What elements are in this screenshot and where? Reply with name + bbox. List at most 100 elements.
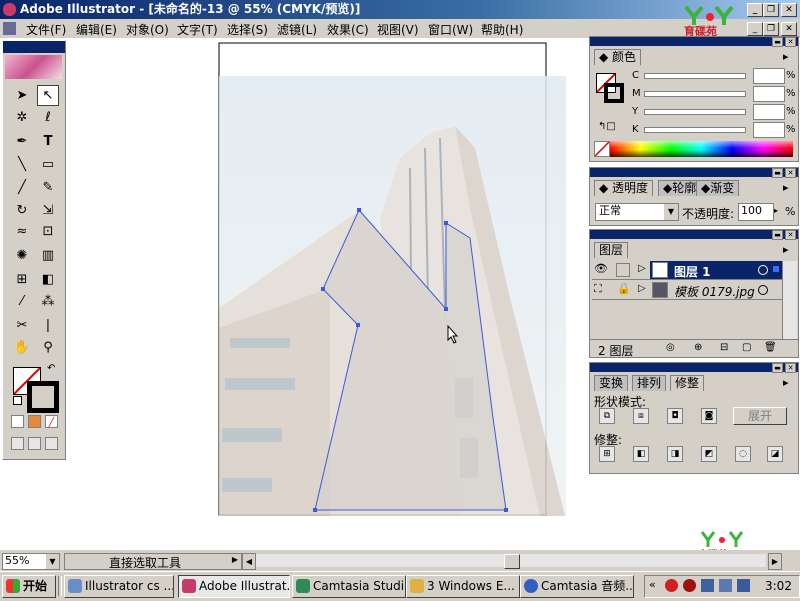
layer-row[interactable]: ⛶ 🔒 ▷ 模板 0179.jpg <box>592 281 782 300</box>
target-circle-icon[interactable] <box>758 265 768 275</box>
tray-expand-icon[interactable]: « <box>649 578 656 591</box>
add-to-shape-icon[interactable]: ⧉ <box>599 408 615 424</box>
pencil-icon[interactable]: ✎ <box>37 177 59 198</box>
menu-effect[interactable]: 效果(C) <box>327 21 369 38</box>
gradient-tool-icon[interactable]: ◧ <box>37 269 59 290</box>
menu-edit[interactable]: 编辑(E) <box>76 21 117 38</box>
menu-filter[interactable]: 滤镜(L) <box>277 21 317 38</box>
document-icon[interactable] <box>3 22 16 35</box>
artboard-drawing[interactable] <box>0 38 587 550</box>
new-sublayer-icon[interactable]: ⊟ <box>720 342 728 353</box>
eyedropper-icon[interactable]: ⁄ <box>11 291 33 312</box>
default-colors-icon[interactable] <box>13 396 22 405</box>
exclude-shape-icon[interactable]: ◙ <box>701 408 717 424</box>
minimize-button[interactable]: _ <box>747 3 763 17</box>
status-dropdown-icon[interactable]: ▶ <box>232 555 238 564</box>
graph-tool-icon[interactable]: ▥ <box>37 245 59 266</box>
zoom-dropdown-icon[interactable]: ▼ <box>46 554 59 569</box>
doc-close-button[interactable]: ✕ <box>781 22 797 36</box>
expand-triangle-icon[interactable]: ▷ <box>638 263 646 274</box>
lasso-icon[interactable]: ℓ <box>37 107 59 128</box>
color-panel-minimize-button[interactable]: ▬ <box>772 37 783 47</box>
layers-panel-menu-icon[interactable]: ▸ <box>783 243 789 256</box>
zoom-tool-icon[interactable]: ⚲ <box>37 337 59 358</box>
document-canvas[interactable] <box>0 38 587 550</box>
standard-screen-icon[interactable] <box>11 437 24 450</box>
scroll-right-arrow-icon[interactable]: ▶ <box>768 553 782 570</box>
locate-object-icon[interactable]: ◎ <box>666 342 675 353</box>
menu-help[interactable]: 帮助(H) <box>481 21 523 38</box>
line-tool-icon[interactable]: ╲ <box>11 154 33 175</box>
taskbar-item[interactable]: Camtasia 音频... <box>520 575 634 598</box>
channel-c-slider[interactable] <box>644 73 746 79</box>
intersect-shape-icon[interactable]: ◘ <box>667 408 683 424</box>
taskbar-item[interactable]: Adobe Illustrat... <box>178 575 290 598</box>
out-of-gamut-icon[interactable]: ↰□ <box>598 121 616 132</box>
opacity-input[interactable]: 100 <box>738 203 774 221</box>
hand-tool-icon[interactable]: ✋ <box>11 337 33 358</box>
channel-k-input[interactable] <box>753 122 785 138</box>
rotate-tool-icon[interactable]: ↻ <box>11 200 33 221</box>
direct-selection-tool-icon[interactable]: ↖ <box>37 85 59 106</box>
horizontal-scrollbar[interactable] <box>256 554 766 569</box>
selection-square-icon[interactable] <box>773 266 779 272</box>
close-button[interactable]: ✕ <box>781 3 797 17</box>
pen-tool-icon[interactable]: ✒ <box>11 131 33 152</box>
trim-icon[interactable]: ◧ <box>633 446 649 462</box>
blend-mode-dropdown-icon[interactable]: ▼ <box>664 204 678 220</box>
rectangle-tool-icon[interactable]: ▭ <box>37 154 59 175</box>
scrollbar-thumb[interactable] <box>504 554 520 569</box>
tab-stroke[interactable]: ◆轮廓 <box>658 180 702 196</box>
expand-button[interactable]: 展开 <box>733 407 787 425</box>
taskbar-item[interactable]: Illustrator cs ... <box>64 575 174 598</box>
subtract-shape-icon[interactable]: ⧈ <box>633 408 649 424</box>
tab-layers[interactable]: 图层 <box>594 242 629 258</box>
zoom-select[interactable]: 55% ▼ <box>2 553 60 570</box>
pathfinder-panel-minimize-button[interactable]: ▬ <box>772 363 783 373</box>
pathfinder-panel-menu-icon[interactable]: ▸ <box>783 376 789 389</box>
tab-pathfinder[interactable]: 修整 <box>670 375 705 391</box>
channel-m-slider[interactable] <box>644 91 746 97</box>
delete-layer-icon[interactable]: 🗑 <box>764 342 777 353</box>
layers-scrollbar[interactable] <box>782 261 797 339</box>
channel-k-slider[interactable] <box>644 127 746 133</box>
scroll-left-arrow-icon[interactable]: ◀ <box>242 553 256 570</box>
transparency-panel-close-button[interactable]: ✕ <box>785 168 796 178</box>
gradient-mode-icon[interactable] <box>28 415 41 428</box>
merge-icon[interactable]: ◨ <box>667 446 683 462</box>
color-mode-icon[interactable] <box>11 415 24 428</box>
lock-toggle[interactable] <box>616 263 630 277</box>
tray-volume-icon[interactable] <box>719 579 732 592</box>
minus-back-icon[interactable]: ◪ <box>767 446 783 462</box>
none-color-icon[interactable] <box>594 141 610 157</box>
channel-m-input[interactable] <box>753 86 785 102</box>
tab-color[interactable]: ◆ 颜色 <box>594 49 642 65</box>
crop-icon[interactable]: ◩ <box>701 446 717 462</box>
scale-tool-icon[interactable]: ⇲ <box>37 200 59 221</box>
start-button[interactable]: 开始 <box>2 575 56 598</box>
menu-window[interactable]: 窗口(W) <box>428 21 473 38</box>
new-layer-icon[interactable]: ▢ <box>742 342 751 353</box>
color-spectrum-bar[interactable] <box>610 141 793 157</box>
mesh-tool-icon[interactable]: ⊞ <box>11 269 33 290</box>
divide-icon[interactable]: ⊞ <box>599 446 615 462</box>
channel-c-input[interactable] <box>753 68 785 84</box>
doc-minimize-button[interactable]: _ <box>747 22 763 36</box>
tab-transform[interactable]: 变换 <box>594 375 629 391</box>
tray-record-icon[interactable] <box>683 579 696 592</box>
tab-align[interactable]: 排列 <box>632 375 667 391</box>
transparency-panel-menu-icon[interactable]: ▸ <box>783 181 789 194</box>
channel-y-input[interactable] <box>753 104 785 120</box>
type-tool-icon[interactable]: T <box>37 131 59 152</box>
layers-panel-close-button[interactable]: ✕ <box>785 230 796 240</box>
scissors-icon[interactable]: ✂ <box>11 315 33 336</box>
channel-y-slider[interactable] <box>644 109 746 115</box>
menu-object[interactable]: 对象(O) <box>126 21 169 38</box>
symbol-sprayer-icon[interactable]: ✺ <box>11 245 33 266</box>
color-panel-menu-icon[interactable]: ▸ <box>783 50 789 63</box>
template-icon[interactable]: ⛶ <box>594 282 602 296</box>
tray-red-icon[interactable] <box>665 579 678 592</box>
paintbrush-icon[interactable]: ╱ <box>11 177 33 198</box>
tab-gradient[interactable]: ◆渐变 <box>696 180 740 196</box>
outline-icon[interactable]: ◌ <box>735 446 751 462</box>
